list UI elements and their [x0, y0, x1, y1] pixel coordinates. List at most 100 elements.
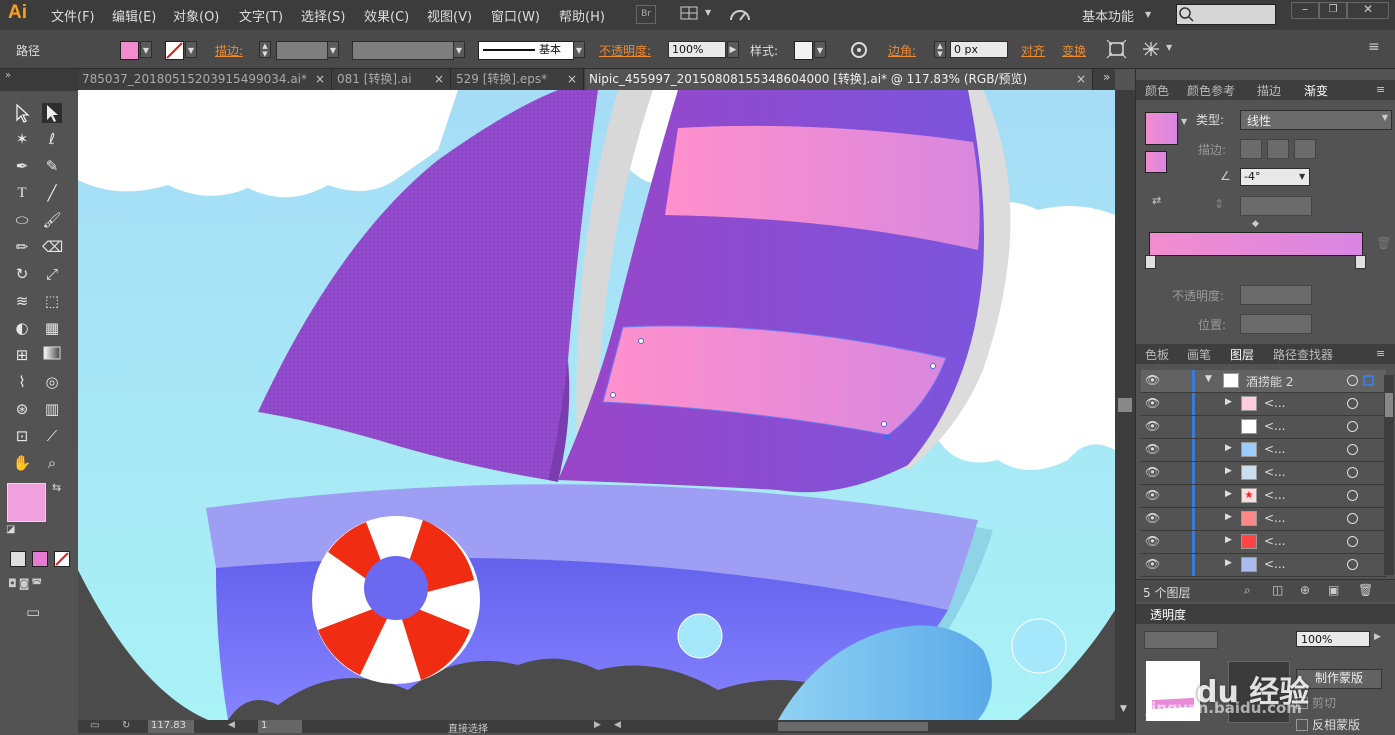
invert-mask-checkbox[interactable] [1296, 719, 1308, 731]
menu-type[interactable]: 文字(T) [239, 6, 283, 25]
pen-tool-icon[interactable]: ✒ [12, 156, 32, 176]
scroll-down-icon[interactable]: ▼ [1120, 704, 1127, 714]
bridge-button[interactable]: Br [636, 5, 656, 24]
stroke-weight-stepper[interactable]: ▲ ▼ [259, 41, 271, 58]
artboard-nav-icon[interactable]: ▭ [90, 720, 99, 731]
target-icon[interactable] [1347, 444, 1358, 455]
line-tool-icon[interactable]: ╱ [42, 183, 62, 203]
stop-opacity-field[interactable] [1240, 285, 1312, 305]
new-layer-icon[interactable]: ▣ [1328, 583, 1339, 597]
layer-row[interactable]: 👁 ▶ <... [1141, 393, 1386, 416]
fill-swatch[interactable] [7, 483, 46, 522]
stroke-across-button[interactable] [1294, 139, 1316, 159]
shape-builder-icon[interactable]: ◐ [12, 318, 32, 338]
chevron-right-icon[interactable]: ▶ [727, 41, 739, 58]
locate-object-icon[interactable]: ⌕ [1244, 583, 1251, 598]
free-transform-icon[interactable]: ⬚ [42, 291, 62, 311]
hand-tool-icon[interactable]: ✋ [12, 453, 32, 473]
target-icon[interactable] [1347, 467, 1358, 478]
layer-row[interactable]: 👁 <... [1141, 416, 1386, 439]
target-icon[interactable] [1347, 559, 1358, 570]
close-icon[interactable]: × [1076, 69, 1086, 90]
lasso-icon[interactable]: ℓ [42, 129, 62, 149]
selection-indicator[interactable] [1363, 375, 1374, 386]
search-input[interactable] [1176, 4, 1276, 25]
stroke-style-field[interactable]: 基本 [478, 41, 574, 60]
pencil-tool-icon[interactable]: ✏ [12, 237, 32, 257]
gradient-type-select[interactable]: 线性 ▼ [1240, 110, 1392, 130]
default-colors-icon[interactable]: ◪ [6, 524, 15, 535]
sublayer-name[interactable]: <... [1264, 557, 1286, 571]
chevron-right-icon[interactable]: ▶ [1225, 535, 1232, 545]
tab-layers[interactable]: 图层 [1230, 346, 1254, 363]
sublayer-name[interactable]: <... [1264, 511, 1286, 525]
chevron-down-icon[interactable]: ▼ [1166, 43, 1172, 52]
aspect-ratio-field[interactable] [1240, 196, 1312, 216]
layer-row[interactable]: 👁 ▶ <... [1141, 554, 1386, 577]
eye-icon[interactable]: 👁 [1145, 488, 1160, 502]
new-sublayer-icon[interactable]: ⊕ [1300, 583, 1310, 597]
tab-transparency[interactable]: 透明度 [1150, 606, 1186, 623]
chevron-down-icon[interactable]: ▼ [1205, 374, 1212, 384]
minimize-button[interactable]: – [1291, 2, 1319, 19]
layers-scroll-thumb[interactable] [1385, 393, 1393, 417]
clipping-mask-icon[interactable]: ◫ [1272, 583, 1283, 597]
panel-menu-icon[interactable]: ≡ [1376, 83, 1385, 96]
swap-fill-stroke-icon[interactable]: ⇆ [52, 481, 61, 494]
blend-tool-icon[interactable]: ◎ [42, 372, 62, 392]
symbol-sprayer-icon[interactable]: ⊛ [12, 399, 32, 419]
trash-icon[interactable]: 🗑 [1358, 583, 1373, 597]
zoom-tool-icon[interactable]: ⌕ [42, 453, 62, 473]
sublayer-name[interactable]: <... [1264, 488, 1286, 502]
chevron-right-icon[interactable]: ▶ [1225, 443, 1232, 453]
prev-page-icon[interactable]: ◀ [228, 720, 235, 730]
page-field[interactable]: 1 [258, 720, 302, 733]
gradient-slider[interactable] [1149, 232, 1363, 256]
menu-file[interactable]: 文件(F) [51, 6, 95, 25]
chevron-down-icon[interactable]: ▼ [705, 8, 711, 17]
eye-icon[interactable]: 👁 [1145, 557, 1160, 571]
sublayer-name[interactable]: <... [1264, 534, 1286, 548]
align-link[interactable]: 对齐 [1021, 42, 1045, 59]
tab-swatches[interactable]: 色板 [1145, 346, 1169, 363]
tab-brushes[interactable]: 画笔 [1187, 346, 1211, 363]
gradient-mode-button[interactable] [32, 551, 48, 567]
tab-document-1[interactable]: 785037_20180515203915499034.ai* × [78, 69, 332, 90]
corner-radius-field[interactable]: 0 px [950, 41, 1008, 58]
eye-icon[interactable]: 👁 [1145, 419, 1160, 433]
rotate-tool-icon[interactable]: ↻ [12, 264, 32, 284]
layer-name[interactable]: 酒捞能 2 [1246, 373, 1293, 390]
vertical-scroll-thumb[interactable] [1118, 398, 1132, 412]
fill-color-swatch[interactable] [120, 41, 139, 60]
artboard-canvas[interactable] [78, 90, 1115, 720]
sublayer-name[interactable]: <... [1264, 419, 1286, 433]
variable-width-field[interactable] [352, 41, 454, 60]
rotate-view-icon[interactable]: ↻ [122, 720, 130, 731]
paintbrush-icon[interactable]: 🖌 [42, 210, 62, 230]
close-icon[interactable]: × [315, 69, 325, 90]
gradient-tool-icon[interactable] [42, 345, 62, 365]
sublayer-name[interactable]: <... [1264, 465, 1286, 479]
target-icon[interactable] [1347, 490, 1358, 501]
layer-row[interactable]: 👁 ▶ <... [1141, 508, 1386, 531]
chevron-down-icon[interactable]: ▼ [1181, 117, 1187, 126]
mesh-tool-icon[interactable]: ⊞ [12, 345, 32, 365]
layers-scrollbar[interactable] [1384, 375, 1394, 575]
menu-select[interactable]: 选择(S) [301, 6, 345, 25]
target-icon[interactable] [1347, 398, 1358, 409]
tab-gradient[interactable]: 渐变 [1304, 82, 1328, 99]
chevron-down-icon[interactable]: ▼ [185, 41, 197, 58]
stop-location-field[interactable] [1240, 314, 1312, 334]
blend-mode-select[interactable] [1144, 631, 1218, 649]
tab-stroke[interactable]: 描边 [1257, 82, 1281, 99]
stroke-none-swatch[interactable] [165, 41, 184, 60]
chevron-down-icon[interactable]: ▼ [573, 41, 585, 58]
close-icon[interactable]: × [434, 69, 444, 90]
graph-tool-icon[interactable]: ▥ [42, 399, 62, 419]
eye-icon[interactable]: 👁 [1145, 465, 1160, 479]
horizontal-scroll-thumb[interactable] [778, 722, 928, 731]
chevron-down-icon[interactable]: ▼ [453, 41, 465, 58]
stroke-within-button[interactable] [1240, 139, 1262, 159]
chevron-down-icon[interactable]: ▼ [814, 41, 826, 58]
stroke-weight-field[interactable] [276, 41, 328, 60]
